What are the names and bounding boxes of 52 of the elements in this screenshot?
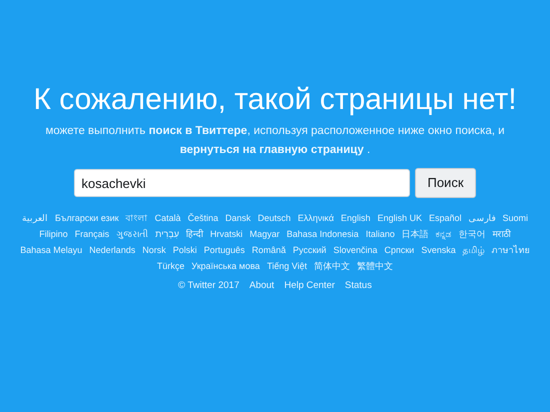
language-link[interactable]: ગુજરાતી: [116, 228, 148, 241]
page-title: К сожалению, такой страницы нет!: [33, 82, 517, 118]
language-link[interactable]: Српски: [384, 244, 414, 257]
language-link[interactable]: Hrvatski: [210, 228, 243, 241]
language-link[interactable]: Tiếng Việt: [266, 260, 307, 273]
language-link[interactable]: עִבְרִית: [155, 228, 180, 241]
language-link[interactable]: ภาษาไทย: [492, 244, 530, 257]
language-link[interactable]: Čeština: [188, 212, 218, 225]
language-link[interactable]: العربية: [22, 212, 48, 225]
language-link[interactable]: ಕನ್ನಡ: [436, 228, 452, 241]
search-button[interactable]: Поиск: [415, 168, 476, 198]
language-link[interactable]: Português: [204, 244, 245, 257]
language-link[interactable]: Español: [428, 212, 462, 225]
language-link[interactable]: 繁體中文: [356, 260, 393, 273]
language-link[interactable]: বাংলা: [126, 212, 148, 225]
language-link[interactable]: 简体中文: [314, 260, 350, 273]
language-link[interactable]: English UK: [377, 212, 422, 225]
language-link[interactable]: Русский: [292, 244, 326, 257]
message-text: вернуться на главную страницу .: [180, 143, 370, 158]
language-link[interactable]: Українська мова: [192, 260, 260, 273]
language-link[interactable]: Slovenčina: [333, 244, 378, 257]
language-link[interactable]: தமிழ்: [462, 244, 485, 257]
language-link[interactable]: Italiano: [366, 228, 395, 241]
language-link[interactable]: Ελληνικά: [298, 212, 334, 225]
language-link[interactable]: Български език: [54, 212, 119, 225]
language-link[interactable]: Română: [252, 244, 286, 257]
language-link[interactable]: فارسی: [468, 212, 496, 225]
search-field[interactable]: kosachevki: [74, 169, 410, 197]
language-link[interactable]: Norsk: [142, 244, 166, 257]
footer-link[interactable]: Status: [344, 279, 372, 294]
language-link[interactable]: Suomi: [502, 212, 528, 225]
copyright-text: © Twitter 2017: [178, 279, 240, 293]
language-link[interactable]: मराठी: [492, 228, 511, 241]
language-link[interactable]: Dansk: [225, 212, 251, 225]
language-link[interactable]: Français: [74, 228, 110, 241]
language-link[interactable]: Català: [154, 212, 181, 225]
language-link[interactable]: हिन्दी: [186, 228, 204, 241]
language-link[interactable]: Nederlands: [89, 244, 136, 257]
footer-link[interactable]: About: [249, 279, 274, 294]
language-link[interactable]: English: [340, 212, 370, 225]
language-link[interactable]: Polski: [172, 244, 197, 257]
language-link[interactable]: Deutsch: [258, 212, 291, 225]
language-link[interactable]: Bahasa Melayu: [20, 244, 82, 257]
language-link[interactable]: Magyar: [250, 228, 280, 241]
language-link[interactable]: Bahasa Indonesia: [286, 228, 359, 241]
language-link[interactable]: Türkçe: [156, 260, 184, 273]
language-link[interactable]: 日本語: [402, 228, 429, 241]
footer-link[interactable]: Help Center: [284, 279, 335, 294]
language-link[interactable]: Svenska: [421, 244, 456, 257]
language-link[interactable]: 한국어: [458, 228, 486, 241]
message-text: можете выполнить поиск в Твиттере, используя расположенное ниже окно поиска, и: [45, 124, 505, 139]
language-link[interactable]: Filipino: [39, 228, 68, 241]
